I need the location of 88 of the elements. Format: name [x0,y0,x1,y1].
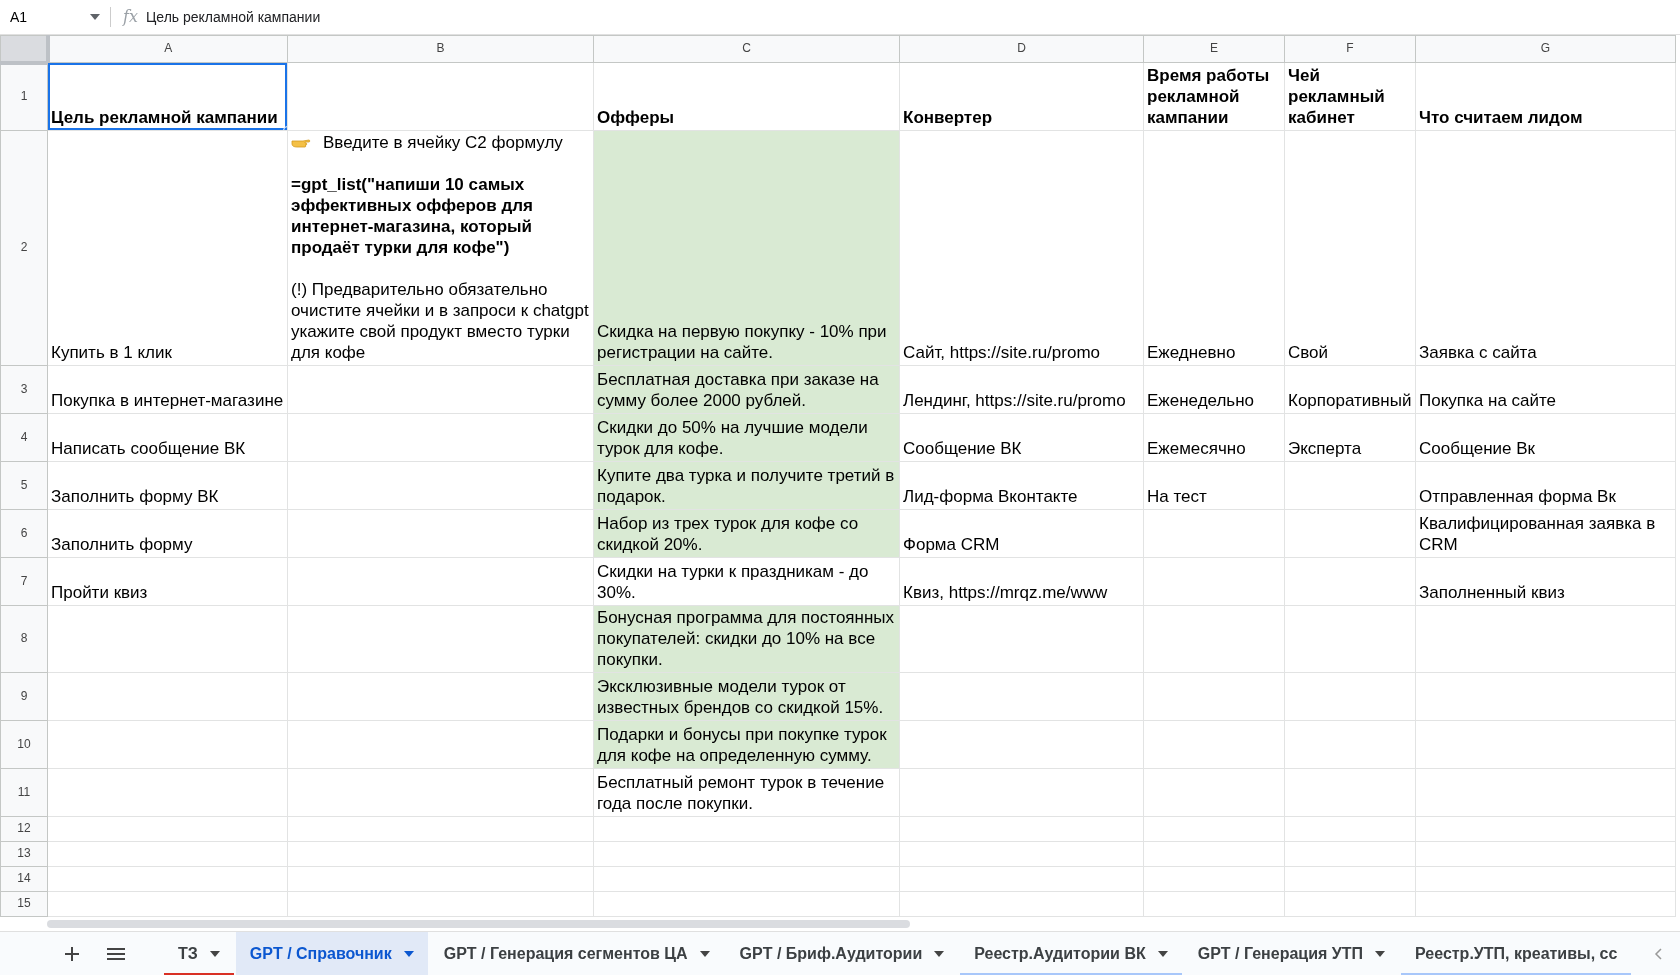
sheet-tab[interactable]: GPT / Бриф.Аудитории [725,931,959,975]
row-header[interactable]: 5 [0,461,48,510]
table-cell[interactable]: Заявка с сайта [1415,130,1676,366]
row-header[interactable]: 7 [0,557,48,606]
caret-icon [699,951,710,957]
row-header[interactable]: 9 [0,672,48,721]
table-cell[interactable]: Купить в 1 клик [47,130,288,366]
table-cell[interactable]: Квалифицированная заявка в CRM [1415,509,1676,558]
sheet-tab[interactable]: Реестр.УТП, креативы, сс [1401,931,1632,975]
row-header[interactable]: 12 [0,816,48,842]
row-header[interactable]: 15 [0,891,48,917]
table-cell[interactable]: Форма CRM [899,509,1144,558]
table-cell[interactable]: Отправленная форма Вк [1415,461,1676,510]
table-cell[interactable]: Время работы рекламной кампании [1143,62,1285,131]
row-header[interactable]: 10 [0,720,48,769]
table-cell[interactable]: Скидка на первую покупку - 10% при регистрации на сайте. [593,130,900,366]
table-cell[interactable]: Цель рекламной кампании [47,62,288,131]
table-cell[interactable]: Квиз, https://mrqz.me/www [899,557,1144,606]
table-cell[interactable]: Корпоративный [1284,365,1416,414]
function-label: fx [121,6,139,28]
table-cell[interactable]: Бесплатный ремонт турок в течение года после покупки. [593,768,900,817]
caret-icon [934,951,945,957]
sheet-tab[interactable]: GPT / Генерация сегментов ЦА [429,931,724,975]
table-cell[interactable]: Чей рекламный кабинет [1284,62,1416,131]
menu-icon [107,948,125,960]
caret-icon [1157,951,1168,957]
plus-icon [65,947,79,961]
table-cell[interactable]: Еженедельно [1143,365,1285,414]
table-cell[interactable]: Пройти квиз [47,557,288,606]
row-header[interactable]: 4 [0,413,48,462]
table-cell[interactable]: Бонусная программа для постоянных покупателей: скидки до 10% на все покупки. [593,605,900,673]
cell-text: Введите в ячейку C2 формулу [323,132,563,153]
table-cell[interactable]: Эксперта [1284,413,1416,462]
table-cell[interactable]: Свой [1284,130,1416,366]
row-header[interactable]: 1 [0,62,48,131]
table-cell[interactable]: Скидки до 50% на лучшие модели турок для кофе. [593,413,900,462]
sheet-tab[interactable]: Реестр.Аудитории ВК [960,931,1182,975]
caret-icon [1375,951,1385,957]
cell-text: (!) Предварительно обязательно очистите ячейки и в запроси к chatgpt укажите свой продукт вместо турки для кофе [291,279,590,363]
table-cell[interactable]: Набор из трех турок для кофе со скидкой 20%. [593,509,900,558]
sheet-tab[interactable]: GPT / Генерация УТП [1183,931,1399,975]
table-cell[interactable]: Покупка в интернет-магазине [47,365,288,414]
table-cell[interactable]: Лендинг, https://site.ru/promo [899,365,1144,414]
name-box[interactable]: A1 [0,5,110,29]
table-cell[interactable]: Бесплатная доставка при заказе на сумму более 2000 рублей. [593,365,900,414]
table-cell[interactable]: Что считаем лидом [1415,62,1676,131]
row-header[interactable]: 8 [0,605,48,673]
table-cell[interactable]: Офферы [593,62,900,131]
column-header[interactable]: D [899,35,1144,63]
sheet-tab[interactable]: GPT / Справочник [235,931,428,975]
row-header[interactable]: 13 [0,841,48,867]
chevron-left-icon [1654,948,1662,960]
table-cell[interactable]: Покупка на сайте [1415,365,1676,414]
table-cell[interactable]: Заполнить форму ВК [47,461,288,510]
table-cell[interactable]: Подарки и бонусы при покупке турок для кофе на определенную сумму. [593,720,900,769]
caret-icon [209,951,220,957]
row-header[interactable]: 2 [0,130,48,366]
formula-text[interactable]: Цель рекламной кампании [145,6,321,28]
column-header[interactable]: G [1415,35,1676,63]
pointing-hand-icon [291,136,311,149]
column-header[interactable]: B [287,35,594,63]
row-header[interactable]: 14 [0,866,48,892]
column-header[interactable]: A [47,35,288,63]
sheet-tab[interactable]: ТЗ [164,931,234,975]
table-cell[interactable]: Ежемесячно [1143,413,1285,462]
table-cell[interactable]: Ежедневно [1143,130,1285,366]
table-cell[interactable]: Заполненный квиз [1415,557,1676,606]
horizontal-scrollbar[interactable] [47,920,910,928]
table-cell[interactable]: Скидки на турки к праздникам - до 30%. [593,557,900,606]
table-cell[interactable]: Купите два турка и получите третий в подарок. [593,461,900,510]
table-cell[interactable]: Сообщение Вк [1415,413,1676,462]
table-cell[interactable]: Написать сообщение ВК [47,413,288,462]
table-cell[interactable]: Конвертер [899,62,1144,131]
table-cell[interactable]: Сообщение ВК [899,413,1144,462]
table-cell[interactable]: Лид-форма Вконтакте [899,461,1144,510]
row-header[interactable]: 11 [0,768,48,817]
table-cell[interactable]: Эксклюзивные модели турок от известных брендов со скидкой 15%. [593,672,900,721]
column-header[interactable]: C [593,35,900,63]
row-header[interactable]: 6 [0,509,48,558]
caret-icon [90,14,100,20]
table-cell[interactable]: Сайт, https://site.ru/promo [899,130,1144,366]
formula-text: =gpt_list("напиши 10 самых эффективных офферов для интернет-магазина, который продаёт турки для кофе") [291,174,534,258]
row-header[interactable]: 3 [0,365,48,414]
caret-icon [403,951,414,957]
table-cell[interactable]: Заполнить форму [47,509,288,558]
column-header[interactable]: F [1284,35,1416,63]
table-cell[interactable]: На тест [1143,461,1285,510]
column-header[interactable]: E [1143,35,1285,63]
